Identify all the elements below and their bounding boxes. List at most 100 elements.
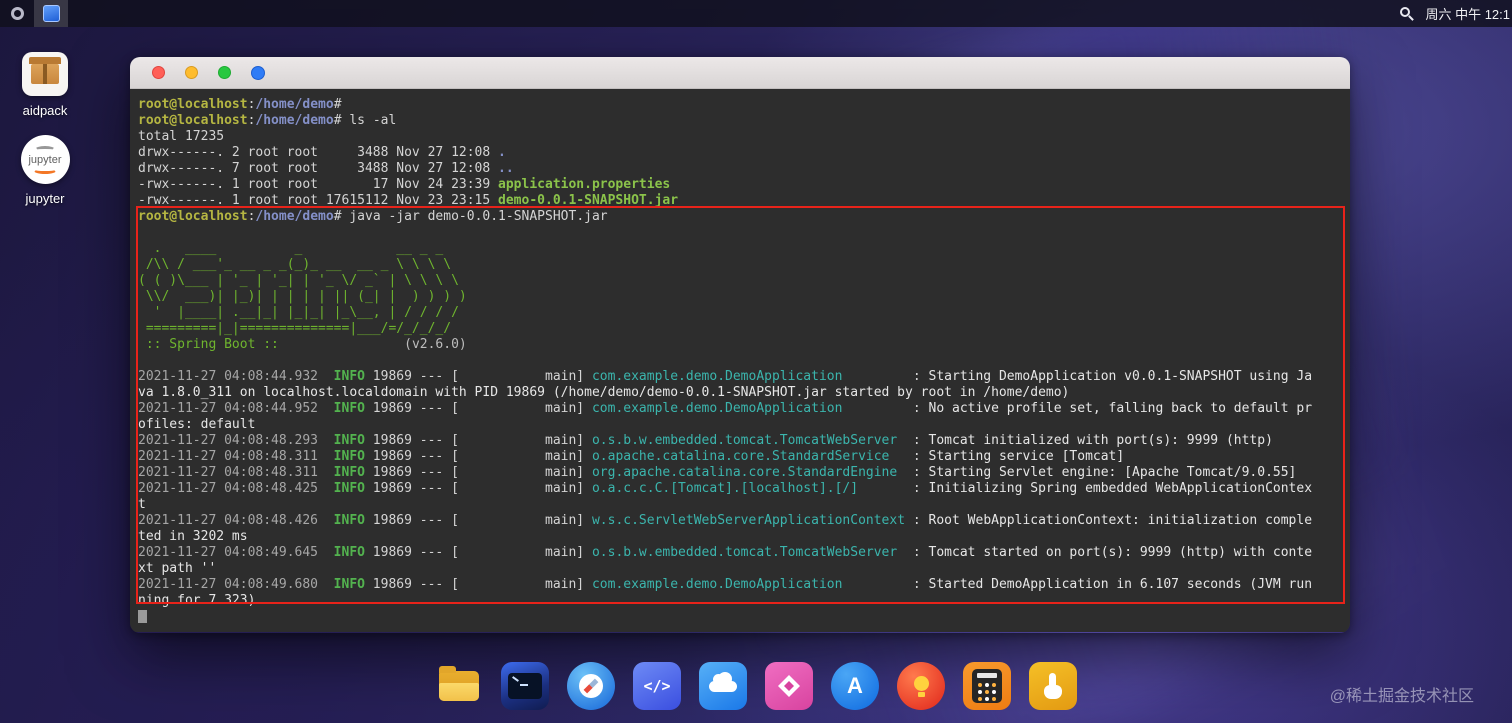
launcher-icon [10, 7, 24, 20]
terminal-text-segment: root@localhost [138, 113, 248, 128]
terminal-cursor [138, 610, 147, 623]
terminal-text-segment: 19869 --- [ main] [364, 449, 592, 464]
terminal-line: drwx------. 7 root root 3488 Nov 27 12:0… [138, 161, 1314, 177]
terminal-text-segment: : [897, 433, 929, 448]
terminal-text-segment: 2021-11-27 04:08:44.952 [138, 401, 319, 416]
terminal-text-segment: 2021-11-27 04:08:49.645 [138, 545, 319, 560]
terminal-line: drwx------. 2 root root 3488 Nov 27 12:0… [138, 145, 1314, 161]
dock-icon-terminal[interactable] [501, 662, 549, 710]
terminal-text-segment: 19869 --- [ main] [364, 465, 592, 480]
terminal-text-segment: 2021-11-27 04:08:48.426 [138, 513, 319, 528]
dock-icon-files[interactable] [435, 662, 483, 710]
terminal-line: :: Spring Boot :: (v2.6.0) [138, 337, 1314, 353]
terminal-text-segment: 19869 --- [ main] [364, 401, 592, 416]
terminal-text-segment: INFO [318, 513, 365, 528]
desktop-icon-aidpack[interactable]: aidpack [6, 52, 84, 118]
terminal-line: ' |____| .__|_| |_|_| |_\__, | / / / / [138, 305, 1314, 321]
terminal-line: 2021-11-27 04:08:49.645 INFO 19869 --- [… [138, 545, 1314, 577]
terminal-text-segment: Tomcat initialized with port(s): 9999 (h… [928, 433, 1273, 448]
terminal-text-segment: 2021-11-27 04:08:49.680 [138, 577, 319, 592]
zoom-button[interactable] [218, 66, 231, 79]
terminal-line: 2021-11-27 04:08:48.426 INFO 19869 --- [… [138, 513, 1314, 545]
terminal-text-segment: /\\ / ___'_ __ _ _(_)_ __ __ _ \ \ \ \ [138, 257, 452, 272]
terminal-text-segment: INFO [318, 481, 365, 496]
terminal-line: ( ( )\___ | '_ | '_| | '_ \/ _` | \ \ \ … [138, 273, 1314, 289]
terminal-line: 2021-11-27 04:08:48.293 INFO 19869 --- [… [138, 433, 1314, 449]
terminal-text-segment: root@localhost [138, 209, 248, 224]
dock-icon-appstore[interactable]: A [831, 662, 879, 710]
terminal-text-segment: : [897, 465, 929, 480]
terminal-line: =========|_|==============|___/=/_/_/_/ [138, 321, 1314, 337]
terminal-text-segment: /home/demo [255, 209, 334, 224]
terminal-text-segment: 19869 --- [ main] [364, 481, 592, 496]
terminal-content[interactable]: root@localhost:/home/demo# root@localhos… [130, 89, 1350, 632]
terminal-text-segment: INFO [318, 449, 365, 464]
terminal-text-segment: total 17235 [138, 129, 225, 144]
terminal-text-segment: org.apache.catalina.core.StandardEngine [591, 465, 898, 480]
terminal-text-segment: 19869 --- [ main] [364, 545, 592, 560]
terminal-text-segment: INFO [318, 577, 365, 592]
terminal-text-segment: INFO [318, 369, 365, 384]
lightbulb-icon [913, 675, 929, 697]
terminal-text-segment: # [333, 97, 350, 112]
jupyter-moon-bottom [33, 166, 57, 174]
terminal-text-segment: w.s.c.ServletWebServerApplicationContext [591, 513, 906, 528]
terminal-line: \\/ ___)| |_)| | | | | || (_| | ) ) ) ) [138, 289, 1314, 305]
terminal-text-segment: o.s.b.w.embedded.tomcat.TomcatWebServer [591, 433, 898, 448]
dock-icon-calculator[interactable] [963, 662, 1011, 710]
active-app-icon[interactable] [34, 0, 68, 27]
menu-bar: 周六 中午 12:1 [0, 0, 1512, 27]
terminal-text-segment: /home/demo [255, 113, 334, 128]
terminal-text-segment: 2021-11-27 04:08:48.311 [138, 465, 319, 480]
dock-icon-browser[interactable] [567, 662, 615, 710]
terminal-text-segment: demo-0.0.1-SNAPSHOT.jar [498, 193, 679, 208]
terminal-text-segment: INFO [318, 401, 365, 416]
search-icon[interactable] [1399, 6, 1415, 22]
dock-icon-idea[interactable] [897, 662, 945, 710]
terminal-line: /\\ / ___'_ __ _ _(_)_ __ __ _ \ \ \ \ [138, 257, 1314, 273]
terminal-text-segment: com.example.demo.DemoApplication [591, 369, 843, 384]
terminal-text-segment: .. [498, 161, 514, 176]
desktop-icon-jupyter[interactable]: jupyter jupyter [6, 135, 84, 206]
terminal-text-segment: Starting Servlet engine: [Apache Tomcat/… [928, 465, 1297, 480]
terminal-text-segment: : [842, 401, 929, 416]
desktop: 周六 中午 12:1 aidpack jupyter jupyter root@… [0, 0, 1512, 723]
terminal-text-segment: : [858, 481, 929, 496]
watermark: @稀土掘金技术社区 [1329, 688, 1474, 705]
terminal-text-segment: /home/demo [255, 97, 334, 112]
menubar-clock[interactable]: 周六 中午 12:1 [1425, 4, 1510, 23]
system-menu-icon[interactable] [0, 0, 34, 27]
terminal-titlebar[interactable] [130, 57, 1350, 89]
terminal-line: root@localhost:/home/demo# ls -al [138, 113, 1314, 129]
terminal-text-segment: 2021-11-27 04:08:44.932 [138, 369, 319, 384]
dock: </> A [435, 662, 1077, 710]
terminal-text-segment: -rwx------. 1 root root 17615112 Nov 23 … [138, 193, 499, 208]
terminal-text-segment: 2021-11-27 04:08:48.311 [138, 449, 319, 464]
terminal-text-segment: : [842, 369, 929, 384]
close-button[interactable] [152, 66, 165, 79]
cloud-icon [709, 671, 737, 692]
terminal-line: root@localhost:/home/demo# java -jar dem… [138, 209, 1314, 225]
dock-icon-touch[interactable] [1029, 662, 1077, 710]
package-icon [22, 52, 68, 96]
terminal-text-segment: 2021-11-27 04:08:48.425 [138, 481, 319, 496]
compass-icon [579, 674, 603, 698]
jupyter-icon: jupyter [20, 135, 70, 184]
code-icon: </> [643, 677, 671, 695]
terminal-icon [508, 673, 542, 699]
terminal-text-segment: 19869 --- [ main] [364, 369, 592, 384]
diamond-icon [778, 675, 800, 697]
dock-icon-code[interactable]: </> [633, 662, 681, 710]
terminal-text-segment: : [889, 449, 929, 464]
dock-icon-design[interactable] [765, 662, 813, 710]
dock-icon-cloud[interactable] [699, 662, 747, 710]
terminal-text-segment: 19869 --- [ main] [364, 577, 592, 592]
desktop-icon-label: jupyter [25, 191, 65, 206]
terminal-text-segment: (v2.6.0) [278, 337, 467, 352]
terminal-text-segment: \\/ ___)| |_)| | | | | || (_| | ) ) ) ) [138, 289, 467, 304]
terminal-text-segment: -rwx------. 1 root root 17 Nov 24 23:39 [138, 177, 499, 192]
minimize-button[interactable] [185, 66, 198, 79]
terminal-line: root@localhost:/home/demo# [138, 97, 1314, 113]
terminal-text-segment: root@localhost [138, 97, 248, 112]
